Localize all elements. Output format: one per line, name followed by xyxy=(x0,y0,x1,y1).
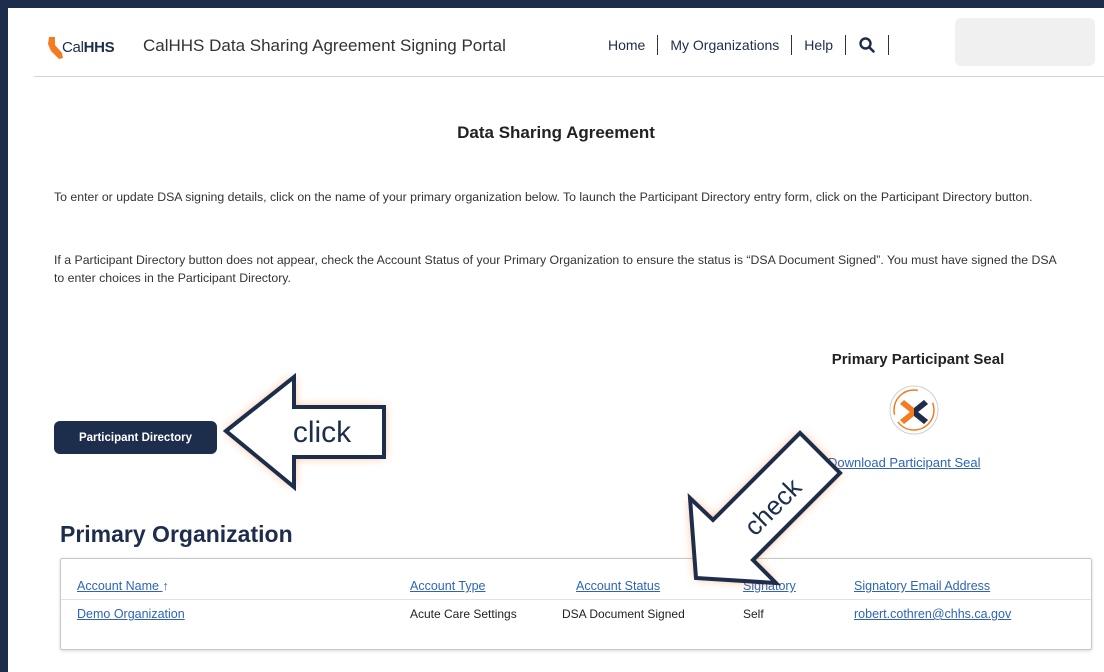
nav-help[interactable]: Help xyxy=(804,37,833,53)
cell-account-status: DSA Document Signed xyxy=(562,607,685,621)
cell-signatory-email[interactable]: robert.cothren@chhs.ca.gov xyxy=(854,607,1011,621)
logo-text: CalHHS xyxy=(62,39,115,56)
portal-title: CalHHS Data Sharing Agreement Signing Po… xyxy=(143,36,506,55)
cell-account-name[interactable]: Demo Organization xyxy=(77,607,185,621)
column-header-signatory-email[interactable]: Signatory Email Address xyxy=(854,579,990,593)
header-divider xyxy=(34,76,1104,77)
nav-divider xyxy=(888,35,890,55)
primary-organization-heading: Primary Organization xyxy=(60,521,293,547)
cell-account-type: Acute Care Settings xyxy=(410,607,517,621)
organizations-table: Account Name ↑ Account Type Account Stat… xyxy=(60,558,1092,650)
intro-paragraph-1: To enter or update DSA signing details, … xyxy=(54,190,1033,204)
page-frame: CalHHS CalHHS Data Sharing Agreement Sig… xyxy=(8,8,1104,672)
column-header-account-status[interactable]: Account Status xyxy=(576,579,660,593)
participant-directory-button[interactable]: Participant Directory xyxy=(54,421,217,454)
nav-divider xyxy=(845,35,847,55)
nav-home[interactable]: Home xyxy=(608,37,645,53)
nav-divider xyxy=(657,35,659,55)
column-header-account-name[interactable]: Account Name ↑ xyxy=(77,579,169,593)
nav-divider xyxy=(791,35,793,55)
seal-title: Primary Participant Seal xyxy=(831,351,1005,368)
column-header-signatory[interactable]: Signatory xyxy=(743,579,796,593)
nav-my-organizations[interactable]: My Organizations xyxy=(670,37,779,53)
site-header: CalHHS CalHHS Data Sharing Agreement Sig… xyxy=(8,8,1104,78)
user-menu[interactable] xyxy=(955,18,1095,66)
search-icon[interactable] xyxy=(858,36,876,54)
download-seal-link[interactable]: Download Participant Seal xyxy=(828,455,980,470)
sort-ascending-icon: ↑ xyxy=(162,579,169,593)
top-nav: Home My Organizations Help xyxy=(608,34,901,56)
page-title: Data Sharing Agreement xyxy=(457,123,655,142)
intro-paragraph-2: If a Participant Directory button does n… xyxy=(54,253,1057,285)
calhhs-logo[interactable]: CalHHS xyxy=(46,36,134,60)
cell-signatory: Self xyxy=(743,607,764,621)
participant-seal-icon xyxy=(889,385,939,435)
table-row-divider xyxy=(61,599,1091,600)
column-header-account-type[interactable]: Account Type xyxy=(410,579,486,593)
